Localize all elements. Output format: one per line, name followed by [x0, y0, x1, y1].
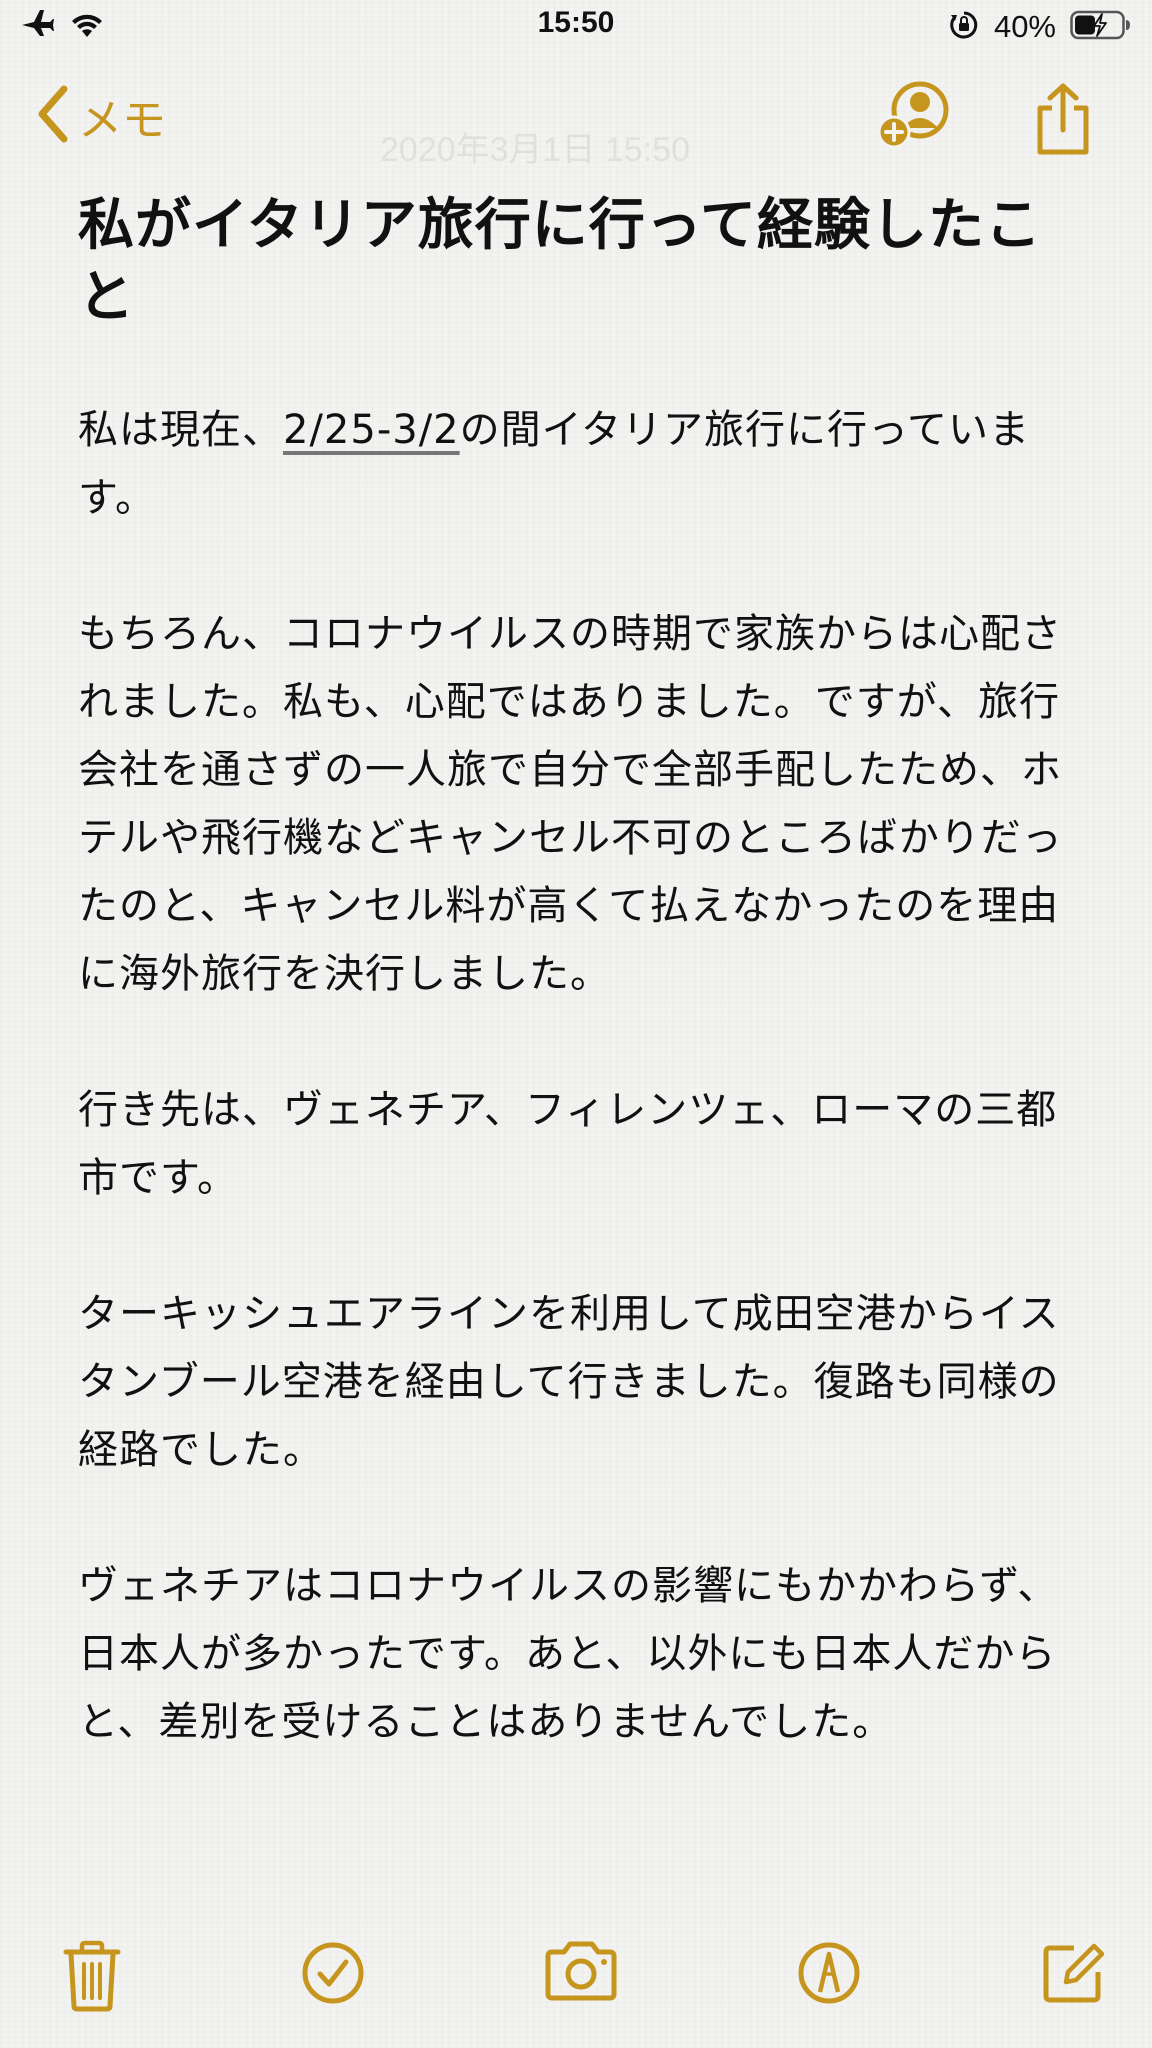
paragraph[interactable]: もちろん、コロナウイルスの時期で家族からは心配されました。私も、心配ではありまし…: [78, 600, 1068, 1008]
nav-bar: メモ 2020年3月1日 15:50: [0, 70, 1152, 169]
share-button[interactable]: [1032, 82, 1094, 160]
chevron-left-icon: [36, 85, 70, 147]
back-button[interactable]: メモ: [36, 84, 166, 148]
compose-button[interactable]: [1040, 1940, 1106, 2010]
note-body[interactable]: 私がイタリア旅行に行って経験したこと 私は現在、2/25-3/2の間イタリア旅行…: [78, 190, 1068, 1756]
add-person-icon: [874, 81, 954, 154]
add-person-button[interactable]: [874, 80, 954, 154]
paragraph[interactable]: 私は現在、2/25-3/2の間イタリア旅行に行っています。: [78, 396, 1068, 532]
bottom-toolbar: [0, 1940, 1152, 2030]
back-label: メモ: [78, 96, 166, 145]
markup-icon: [796, 1942, 862, 2010]
status-right: 40%: [948, 9, 1132, 45]
delete-button[interactable]: [62, 1940, 122, 2016]
camera-button[interactable]: [544, 1940, 618, 2006]
note-title[interactable]: 私がイタリア旅行に行って経験したこと: [78, 190, 1068, 334]
battery-charging-icon: [1070, 10, 1132, 44]
orientation-lock-icon: [948, 9, 980, 45]
trash-icon: [62, 1940, 122, 2016]
paragraph-text: 私は現在、: [78, 407, 283, 453]
paragraph[interactable]: ターキッシュエアラインを利用して成田空港からイスタンブール空港を経由して行きまし…: [78, 1280, 1068, 1484]
camera-icon: [544, 1941, 618, 2006]
status-bar: 15:50 40%: [0, 0, 1152, 56]
note-date-faded: 2020年3月1日 15:50: [380, 131, 690, 169]
checklist-icon: [300, 1942, 366, 2010]
paragraph[interactable]: ヴェネチアはコロナウイルスの影響にもかかわらず、日本人が多かったです。あと、以外…: [78, 1552, 1068, 1756]
markup-button[interactable]: [796, 1940, 862, 2010]
paragraph[interactable]: 行き先は、ヴェネチア、フィレンツェ、ローマの三都市です。: [78, 1076, 1068, 1212]
checklist-button[interactable]: [300, 1940, 366, 2010]
compose-icon: [1040, 1943, 1106, 2010]
share-icon: [1032, 83, 1094, 160]
date-link[interactable]: 2/25-3/2: [283, 407, 460, 453]
battery-percent: 40%: [993, 9, 1056, 44]
